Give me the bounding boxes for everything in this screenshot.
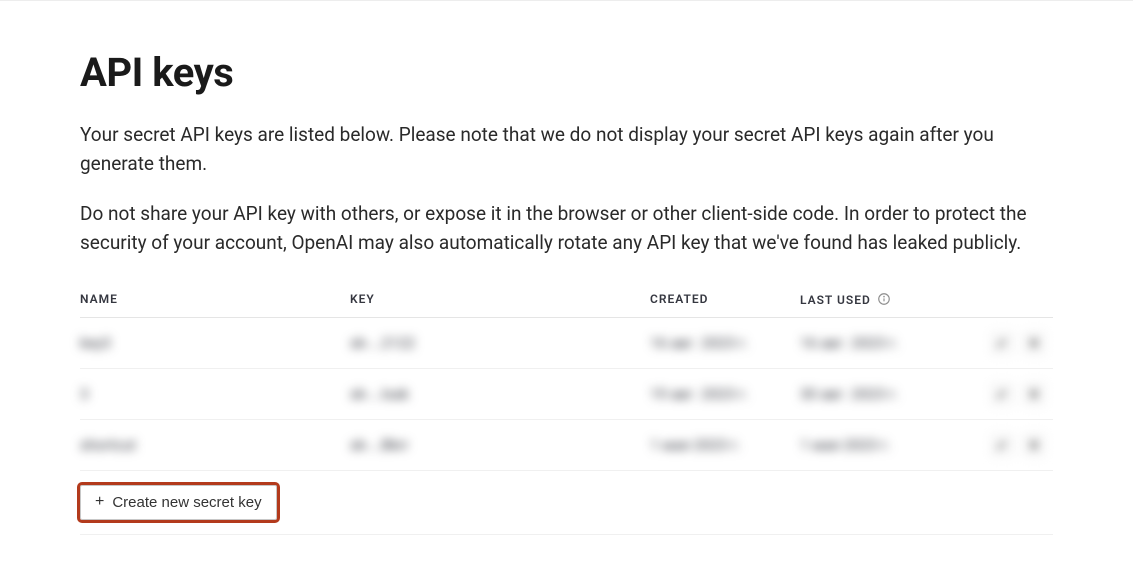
table-row: shortcut sk-...Bkrr 1 мая 2023 г. 1 мая …: [80, 419, 1053, 470]
table-row: key3 sk-...2122 16 авг. 2023 г. 16 авг. …: [80, 317, 1053, 368]
table-row: 3 sk-...Isak 19 авг. 2023 г. 30 авг. 202…: [80, 368, 1053, 419]
edit-button[interactable]: [991, 383, 1013, 405]
plus-icon: +: [95, 494, 104, 510]
cell-lastused: 16 авг. 2023 г.: [800, 317, 983, 368]
description-1: Your secret API keys are listed below. P…: [80, 120, 1053, 179]
create-button-label: Create new secret key: [112, 494, 261, 511]
cell-created: 19 авг. 2023 г.: [650, 368, 800, 419]
cell-name: 3: [80, 368, 350, 419]
create-new-secret-key-button[interactable]: + Create new secret key: [80, 485, 277, 520]
delete-button[interactable]: [1023, 332, 1045, 354]
page-title: API keys: [80, 49, 1053, 96]
col-header-actions: [983, 282, 1053, 318]
api-keys-table: NAME KEY CREATED LAST USED: [80, 282, 1053, 535]
col-header-created: CREATED: [650, 282, 800, 318]
edit-button[interactable]: [991, 434, 1013, 456]
cell-key: sk-...2122: [350, 317, 650, 368]
edit-button[interactable]: [991, 332, 1013, 354]
cell-name: key3: [80, 317, 350, 368]
cell-name: shortcut: [80, 419, 350, 470]
cell-key: sk-...Bkrr: [350, 419, 650, 470]
cell-lastused: 30 авг. 2023 г.: [800, 368, 983, 419]
col-header-name: NAME: [80, 282, 350, 318]
cell-lastused: 1 мая 2023 г.: [800, 419, 983, 470]
cell-key: sk-...Isak: [350, 368, 650, 419]
cell-created: 16 авг. 2023 г.: [650, 317, 800, 368]
description-2: Do not share your API key with others, o…: [80, 199, 1053, 258]
cell-created: 1 мая 2023 г.: [650, 419, 800, 470]
info-icon[interactable]: [877, 292, 891, 306]
col-header-last-used: LAST USED: [800, 282, 983, 318]
delete-button[interactable]: [1023, 383, 1045, 405]
delete-button[interactable]: [1023, 434, 1045, 456]
col-header-key: KEY: [350, 282, 650, 318]
